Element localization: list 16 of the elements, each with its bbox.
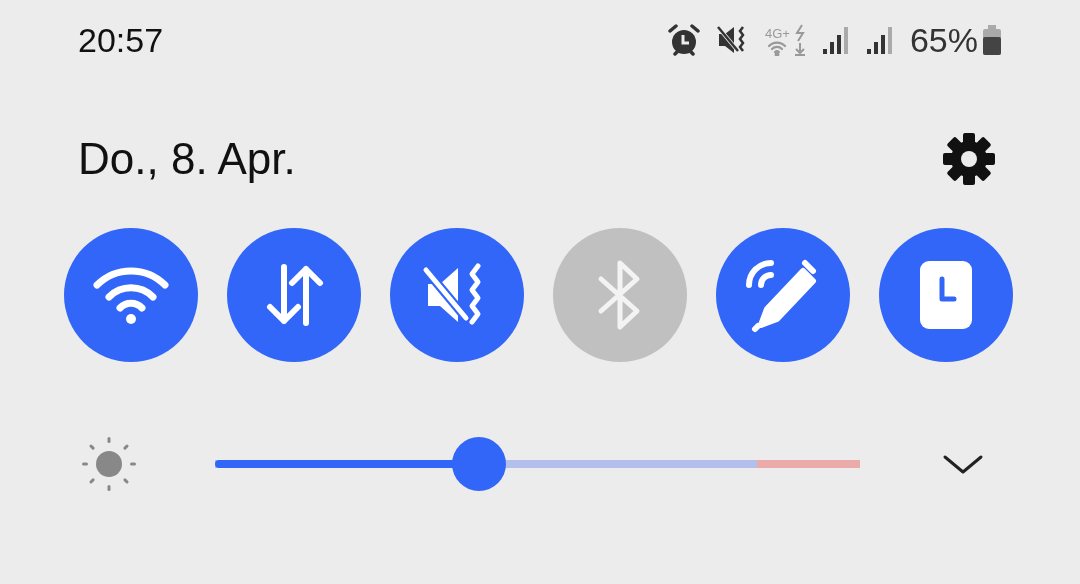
clock-icon xyxy=(918,259,974,331)
wifi-icon xyxy=(91,265,171,325)
settings-icon[interactable] xyxy=(942,132,996,186)
arrows-icon xyxy=(264,263,324,327)
wifi-icon xyxy=(767,40,788,56)
alarm-icon xyxy=(667,24,701,56)
network-label: 4G+ xyxy=(765,27,790,40)
signal-icon xyxy=(821,25,850,55)
transfer-icon xyxy=(793,24,806,56)
battery-percent: 65% xyxy=(909,19,978,61)
clock-time: 20:57 xyxy=(78,19,164,61)
brightness-icon xyxy=(80,435,138,493)
date-label: Do., 8. Apr. xyxy=(78,133,296,185)
battery-icon xyxy=(982,24,1002,56)
chevron-down-icon[interactable] xyxy=(942,453,984,475)
signal-icon xyxy=(865,25,894,55)
